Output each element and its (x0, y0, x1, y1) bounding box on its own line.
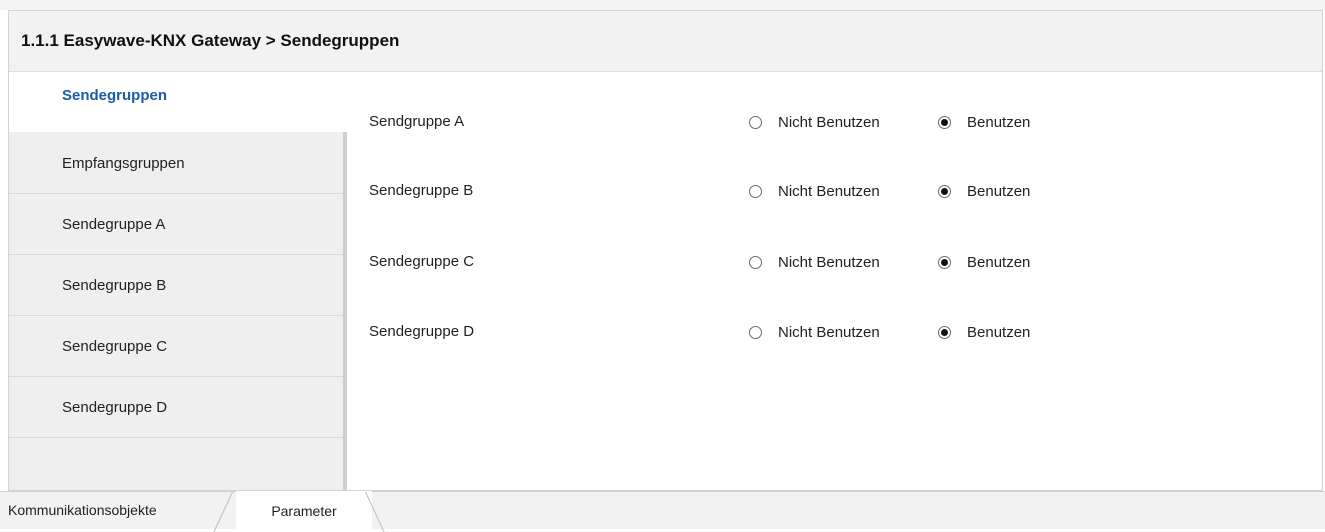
bottom-tab-bar: Kommunikationsobjekte Parameter (0, 491, 1325, 529)
sidebar-item-label: Sendegruppen (62, 86, 168, 104)
radio-not-use-d[interactable]: Nicht Benutzen (749, 317, 880, 347)
radio-unchecked-icon[interactable] (749, 184, 762, 198)
radio-checked-icon[interactable] (938, 325, 951, 339)
sidebar-item-empfangsgruppen[interactable]: Empfangsgruppen (9, 134, 346, 194)
top-strip (0, 0, 1325, 10)
sidebar-divider[interactable] (343, 132, 347, 500)
parameter-window: 1.1.1 Easywave-KNX Gateway > Sendegruppe… (8, 10, 1323, 500)
param-row-sendegruppe-c: Sendegruppe C Nicht Benutzen Benutzen (369, 247, 1309, 277)
tab-label: Parameter (271, 502, 337, 519)
radio-not-use-b[interactable]: Nicht Benutzen (749, 176, 880, 206)
sidebar: Sendegruppen Empfangsgruppen Sendegruppe… (9, 72, 346, 490)
radio-checked-icon[interactable] (938, 115, 951, 129)
page-title: 1.1.1 Easywave-KNX Gateway > Sendegruppe… (21, 31, 400, 50)
sidebar-item-label: Sendegruppe B (62, 277, 167, 294)
radio-checked-icon[interactable] (938, 184, 951, 198)
radio-unchecked-icon[interactable] (749, 115, 762, 129)
option-label: Nicht Benutzen (778, 323, 880, 341)
option-label: Benutzen (967, 182, 1031, 200)
sidebar-item-sendegruppe-a[interactable]: Sendegruppe A (9, 195, 346, 255)
sidebar-item-sendegruppe-d[interactable]: Sendegruppe D (9, 378, 346, 438)
param-label: Sendegruppe B (369, 182, 474, 199)
radio-use-b[interactable]: Benutzen (938, 176, 1030, 206)
page-header: 1.1.1 Easywave-KNX Gateway > Sendegruppe… (9, 11, 1322, 72)
radio-use-c[interactable]: Benutzen (938, 247, 1030, 277)
tab-kommunikationsobjekte[interactable]: Kommunikationsobjekte (8, 491, 233, 529)
radio-unchecked-icon[interactable] (749, 255, 762, 269)
sidebar-item-sendegruppen[interactable]: Sendegruppen (9, 72, 346, 132)
param-row-sendegruppe-b: Sendegruppe B Nicht Benutzen Benutzen (369, 176, 1309, 206)
param-label: Sendegruppe D (369, 323, 475, 340)
param-label: Sendegruppe C (369, 253, 475, 270)
radio-use-a[interactable]: Benutzen (938, 107, 1030, 137)
param-label: Sendgruppe A (369, 113, 465, 130)
radio-not-use-c[interactable]: Nicht Benutzen (749, 247, 880, 277)
sidebar-item-sendegruppe-c[interactable]: Sendegruppe C (9, 317, 346, 377)
param-row-sendegruppe-d: Sendegruppe D Nicht Benutzen Benutzen (369, 317, 1309, 347)
parameter-panel: Sendgruppe A Nicht Benutzen Benutzen Sen… (349, 72, 1322, 490)
option-label: Nicht Benutzen (778, 113, 880, 131)
sidebar-item-label: Sendegruppe D (62, 399, 168, 416)
option-label: Benutzen (967, 253, 1031, 271)
option-label: Nicht Benutzen (778, 182, 880, 200)
option-label: Benutzen (967, 113, 1031, 131)
option-label: Nicht Benutzen (778, 253, 880, 271)
tab-parameter[interactable]: Parameter (236, 491, 372, 529)
radio-not-use-a[interactable]: Nicht Benutzen (749, 107, 880, 137)
radio-unchecked-icon[interactable] (749, 325, 762, 339)
sidebar-item-label: Sendegruppe C (62, 338, 168, 355)
sidebar-item-sendegruppe-b[interactable]: Sendegruppe B (9, 256, 346, 316)
radio-checked-icon[interactable] (938, 255, 951, 269)
option-label: Benutzen (967, 323, 1031, 341)
tab-label: Kommunikationsobjekte (8, 502, 157, 518)
sidebar-item-label: Sendegruppe A (62, 216, 166, 233)
param-row-sendgruppe-a: Sendgruppe A Nicht Benutzen Benutzen (369, 107, 1309, 137)
sidebar-item-label: Empfangsgruppen (62, 155, 185, 172)
radio-use-d[interactable]: Benutzen (938, 317, 1030, 347)
